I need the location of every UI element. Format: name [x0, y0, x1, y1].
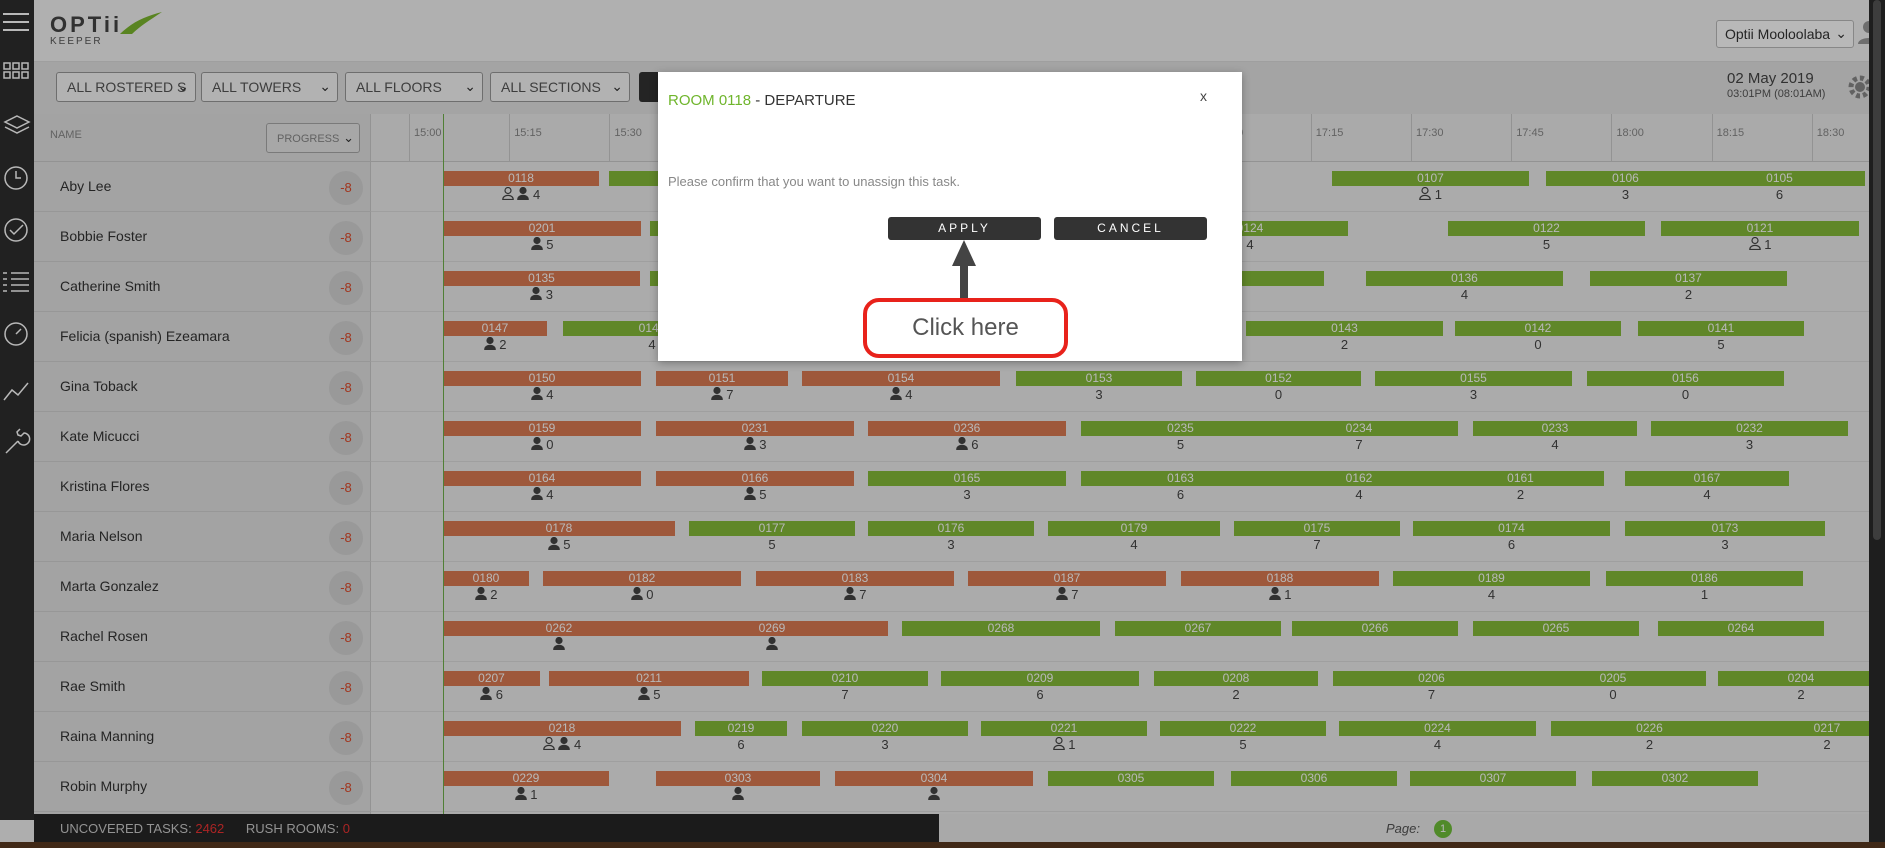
dialog-room: ROOM 0118 [668, 92, 752, 109]
cancel-button[interactable]: CANCEL [1054, 217, 1207, 240]
dialog-task-type: - DEPARTURE [755, 92, 856, 109]
arrow-up-icon [952, 240, 976, 298]
dialog-message: Please confirm that you want to unassign… [668, 174, 960, 189]
app: OPTii KEEPER Optii Mooloolaba ⌄ ALL ROSTE… [0, 0, 1885, 848]
apply-button[interactable]: APPLY [888, 217, 1041, 240]
dialog-title: ROOM 0118 - DEPARTURE [668, 92, 856, 109]
close-button[interactable]: x [1200, 88, 1207, 104]
click-here-callout: Click here [863, 298, 1068, 358]
